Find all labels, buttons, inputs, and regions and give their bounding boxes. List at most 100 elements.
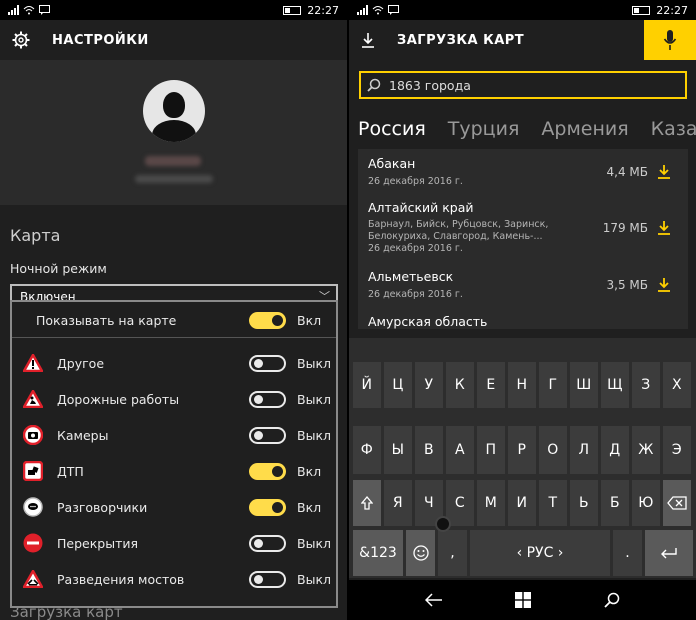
download-icon[interactable]: [656, 220, 672, 236]
show-on-map-label: Показывать на карте: [36, 312, 177, 328]
enter-key[interactable]: [645, 530, 693, 576]
search-icon[interactable]: [604, 592, 620, 608]
comma-key[interactable]: ,: [438, 530, 467, 576]
key-letter[interactable]: И: [508, 480, 536, 526]
layer-row-road-works[interactable]: Дорожные работы Выкл: [12, 381, 336, 417]
download-icon[interactable]: [656, 277, 672, 293]
search-input[interactable]: [389, 77, 669, 93]
page-header: НАСТРОЙКИ: [0, 20, 347, 60]
key-letter[interactable]: Ш: [570, 362, 598, 408]
list-item[interactable]: Амурская область: [358, 307, 688, 329]
shift-key[interactable]: [353, 480, 381, 526]
key-letter[interactable]: Щ: [601, 362, 629, 408]
layer-toggle[interactable]: [249, 426, 286, 444]
city-name: Альметьевск: [368, 269, 454, 284]
no-entry-icon: [22, 532, 44, 554]
key-letter[interactable]: Н: [508, 362, 536, 408]
avatar[interactable]: [143, 80, 205, 142]
key-letter[interactable]: Ь: [570, 480, 598, 526]
layer-toggle[interactable]: [249, 354, 286, 372]
layer-row-other[interactable]: Другое Выкл: [12, 345, 336, 381]
key-letter[interactable]: А: [446, 426, 474, 474]
key-letter[interactable]: В: [415, 426, 443, 474]
list-item[interactable]: Абакан 26 декабря 2016 г. 4,4 МБ: [358, 149, 688, 193]
night-mode-label: Ночной режим: [10, 261, 107, 276]
clock: 22:27: [307, 3, 339, 17]
keyboard-handle[interactable]: [435, 516, 451, 532]
key-letter[interactable]: У: [415, 362, 443, 408]
windows-start-icon[interactable]: [515, 592, 532, 608]
layer-row-bridges[interactable]: Разведения мостов Выкл: [12, 561, 336, 597]
key-letter[interactable]: Е: [477, 362, 505, 408]
download-icon[interactable]: [656, 164, 672, 180]
key-letter[interactable]: К: [446, 362, 474, 408]
layer-state: Выкл: [297, 355, 331, 371]
period-key[interactable]: .: [613, 530, 642, 576]
layer-label: ДТП: [57, 463, 84, 479]
page-header: ЗАГРУЗКА КАРТ: [349, 20, 696, 60]
key-letter[interactable]: П: [477, 426, 505, 474]
key-letter[interactable]: Т: [539, 480, 567, 526]
tab-russia[interactable]: Россия: [358, 118, 426, 140]
layer-label: Камеры: [57, 427, 109, 443]
road-works-icon: [22, 388, 44, 410]
space-key[interactable]: ‹ РУС ›: [470, 530, 610, 576]
microphone-button[interactable]: [644, 20, 696, 60]
key-letter[interactable]: Я: [384, 480, 412, 526]
key-letter[interactable]: О: [539, 426, 567, 474]
key-letter[interactable]: Ы: [384, 426, 412, 474]
battery-icon: [283, 5, 302, 15]
key-letter[interactable]: Й: [353, 362, 381, 408]
gear-icon[interactable]: [12, 31, 30, 49]
key-letter[interactable]: З: [632, 362, 660, 408]
signal-icon: [8, 5, 19, 15]
profile-email-blurred: [135, 175, 213, 183]
key-letter[interactable]: Л: [570, 426, 598, 474]
key-letter[interactable]: Х: [663, 362, 691, 408]
layer-row-closures[interactable]: Перекрытия Выкл: [12, 525, 336, 561]
tab-armenia[interactable]: Армения: [541, 118, 628, 140]
layer-row-cameras[interactable]: Камеры Выкл: [12, 417, 336, 453]
key-letter[interactable]: Д: [601, 426, 629, 474]
page-title: НАСТРОЙКИ: [52, 32, 149, 48]
key-letter[interactable]: Б: [601, 480, 629, 526]
navigation-bar: [349, 580, 696, 620]
tab-kazakhstan[interactable]: Казахстан: [651, 118, 696, 140]
layer-toggle[interactable]: [249, 390, 286, 408]
list-item[interactable]: Альметьевск 26 декабря 2016 г. 3,5 МБ: [358, 263, 688, 307]
search-icon: [367, 78, 381, 92]
backspace-icon: [666, 496, 687, 510]
key-letter[interactable]: Р: [508, 426, 536, 474]
layer-row-accidents[interactable]: ДТП Вкл: [12, 453, 336, 489]
layer-toggle[interactable]: [249, 534, 286, 552]
back-icon[interactable]: [425, 593, 443, 607]
layer-toggle[interactable]: [249, 570, 286, 588]
layer-row-chat[interactable]: Разговорчики Вкл: [12, 489, 336, 525]
layer-toggle[interactable]: [249, 498, 286, 516]
key-letter[interactable]: М: [477, 480, 505, 526]
tab-turkey[interactable]: Турция: [448, 118, 520, 140]
show-on-map-row[interactable]: Показывать на карте Вкл: [12, 302, 336, 338]
show-on-map-toggle[interactable]: [249, 311, 286, 329]
city-name: Абакан: [368, 156, 416, 171]
backspace-key[interactable]: [663, 480, 691, 526]
key-letter[interactable]: С: [446, 480, 474, 526]
search-box[interactable]: [359, 71, 687, 99]
layer-toggle[interactable]: [249, 462, 286, 480]
country-tabs: Россия Турция Армения Казахстан: [358, 118, 696, 140]
key-letter[interactable]: Ю: [632, 480, 660, 526]
city-name: Алтайский край: [368, 200, 474, 215]
key-letter[interactable]: Э: [663, 426, 691, 474]
key-letter[interactable]: Г: [539, 362, 567, 408]
emoji-key[interactable]: [406, 530, 435, 576]
profile-card[interactable]: [0, 60, 347, 205]
microphone-icon: [663, 30, 677, 50]
key-letter[interactable]: Ж: [632, 426, 660, 474]
warning-icon: [22, 352, 44, 374]
city-list: Абакан 26 декабря 2016 г. 4,4 МБ Алтайск…: [358, 149, 688, 329]
key-letter[interactable]: Ф: [353, 426, 381, 474]
symbols-key[interactable]: &123: [353, 530, 403, 576]
list-item[interactable]: Алтайский край Барнаул, Бийск, Рубцовск,…: [358, 193, 688, 263]
key-letter[interactable]: Ц: [384, 362, 412, 408]
layer-state: Выкл: [297, 571, 331, 587]
